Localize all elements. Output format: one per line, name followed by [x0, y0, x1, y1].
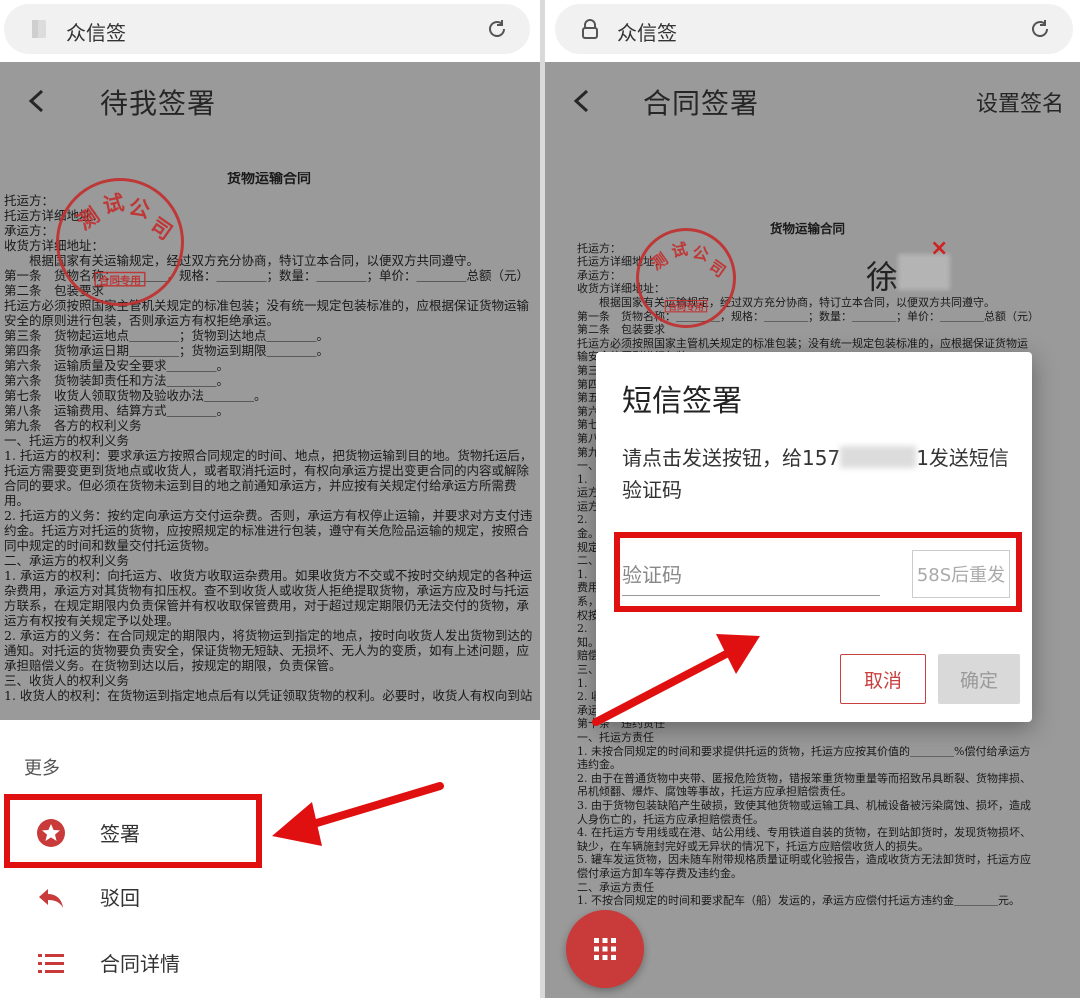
confirm-button[interactable]: 确定	[938, 654, 1020, 704]
placed-signature[interactable]: 徐	[866, 252, 898, 298]
contract-line: 2. 承运方的义务：在合同规定的期限内，将货物运到指定的地点，按时向收货人发出货…	[4, 628, 533, 673]
reject-menu-item[interactable]: 驳回	[0, 864, 540, 926]
contract-line: 第七条 收货人领取货物及验收办法＿＿＿＿。	[4, 388, 267, 403]
company-seal-stamp: 测 试 公 司 合同专用	[56, 178, 184, 306]
phone-mask	[840, 446, 917, 468]
list-icon	[38, 954, 64, 973]
svg-text:试: 试	[670, 239, 690, 261]
svg-text:公: 公	[127, 195, 153, 223]
message-prefix: 请点击发送按钮，给157	[622, 446, 841, 470]
back-arrow-icon[interactable]	[571, 88, 591, 114]
page-title: 待我签署	[100, 87, 217, 120]
contract-line: 第九条 各方的权利义务	[4, 418, 142, 433]
dialog-title: 短信签署	[622, 384, 742, 419]
contract-line: 1. 未按合同规定的时间和要求提供托运的货物，托运方应按其价值的＿＿＿＿%偿付给…	[577, 744, 1031, 772]
svg-text:测: 测	[647, 249, 671, 274]
contract-line: 三、收货人的权利义务	[4, 673, 130, 688]
svg-text:试: 试	[101, 190, 127, 218]
app-bar: 待我签署	[0, 62, 540, 142]
address-bar[interactable]: 众信签	[555, 4, 1073, 54]
svg-text:司: 司	[705, 256, 729, 281]
address-bar[interactable]: 众信签	[4, 4, 530, 54]
remove-signature-icon[interactable]: ×	[930, 236, 948, 261]
svg-text:司: 司	[146, 213, 177, 245]
site-name: 众信签	[617, 21, 677, 45]
reply-arrow-icon	[39, 889, 63, 908]
contract-line: 5. 罐车发运货物，因未随车附带规格质量证明或化验报告，造成收货方无法卸货时，托…	[577, 853, 1031, 880]
seal-graphic: 测 试 公 司 合同专用	[647, 239, 729, 313]
contract-line: 二、承运方责任	[577, 880, 654, 894]
svg-text:合同专用: 合同专用	[98, 274, 141, 287]
contract-line: 2. 由于在普通货物中夹带、匿报危险货物，错报笨重货物重量等而招致吊具断裂、货物…	[577, 771, 1031, 799]
grid-dots-icon	[594, 938, 616, 960]
app-bar: 合同签署 设置签名	[545, 62, 1080, 142]
contract-line: 第六条 货物装卸责任和方法＿＿＿＿。	[4, 373, 230, 388]
contract-line: 1. 托运方的权利：要求承运方按照合同规定的时间、地点，把货物运输到目的地。货物…	[4, 448, 533, 508]
page-title: 合同签署	[643, 87, 760, 120]
contract-line: 第三条 货物起运地点＿＿＿＿；货物到达地点＿＿＿＿。	[4, 328, 330, 343]
code-highlight-frame	[614, 532, 1022, 612]
keypad-fab-button[interactable]	[566, 910, 644, 988]
reload-icon[interactable]	[486, 18, 508, 40]
contract-detail-menu-item[interactable]: 合同详情	[0, 930, 540, 992]
contract-line: 二、承运方的权利义务	[4, 553, 130, 568]
contract-line: 1. 不按合同规定的时间和要求配车（船）发运的，承运方应偿付托运方违约金＿＿＿＿…	[577, 894, 1020, 908]
company-seal-stamp: 测 试 公 司 合同专用	[636, 228, 736, 328]
svg-text:公: 公	[691, 243, 711, 265]
contract-line: 1. 承运方的权利：向托运方、收货方收取运杂费用。如果收货方不交或不按时交纳规定…	[4, 568, 533, 628]
contract-line: 一、托运方责任	[577, 730, 654, 744]
more-label: 更多	[24, 758, 60, 779]
contract-line: 2. 托运方的义务：按约定向承运方交付运杂费。否则，承运方有权停止运输，并要求对…	[4, 508, 533, 553]
svg-text:合同专用: 合同专用	[668, 301, 704, 313]
reload-icon[interactable]	[1029, 18, 1051, 40]
set-signature-button[interactable]: 设置签名	[976, 86, 1064, 118]
reject-label: 驳回	[100, 886, 140, 910]
contract-line: 1. 收货人的权利：在货物运到指定地点后有以凭证领取货物的权利。必要时，收货人有…	[4, 688, 533, 703]
cancel-button[interactable]: 取消	[840, 654, 926, 704]
svg-text:测: 测	[73, 203, 104, 235]
contract-line: 第八条 运输费用、结算方式＿＿＿＿。	[4, 403, 230, 418]
contract-line: 3. 由于货物包装缺陷产生破损，致使其他货物或运输工具、机械设备被污染腐蚀、损坏…	[577, 798, 1031, 826]
back-arrow-icon[interactable]	[26, 88, 46, 114]
sign-highlight-frame	[4, 794, 262, 868]
contract-line: 第四条 货物承运日期＿＿＿＿；货物运到期限＿＿＿＿。	[4, 343, 330, 358]
contract-line: 一、托运方的权利义务	[4, 433, 130, 448]
contract-detail-label: 合同详情	[100, 952, 180, 976]
contract-line: 4. 在托运方专用线或在港、站公用线、专用铁道自装的货物，在到站卸货时，发现货物…	[577, 826, 1031, 853]
contract-line: 第二条 包装要求	[577, 323, 665, 337]
contract-line: 第六条 运输质量及安全要求＿＿＿＿。	[4, 358, 230, 373]
dialog-message: 请点击发送按钮，给157 1发送短信验证码	[622, 442, 1022, 506]
lock-icon	[582, 19, 598, 39]
site-name: 众信签	[66, 21, 126, 45]
seal-graphic: 测 试 公 司 合同专用	[73, 190, 177, 287]
page-icon	[32, 20, 46, 38]
